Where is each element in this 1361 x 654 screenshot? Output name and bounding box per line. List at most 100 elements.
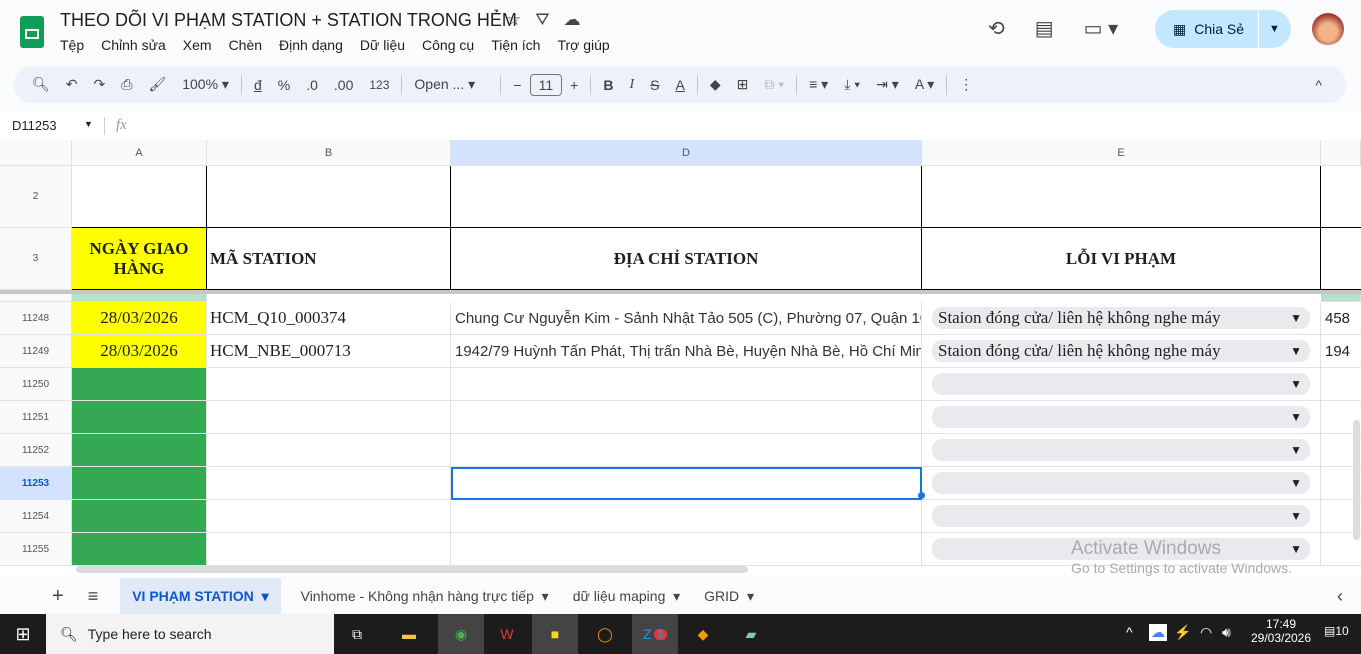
all-sheets-button[interactable]: ≡ <box>88 586 99 607</box>
header-row-2-cell[interactable] <box>922 166 1321 228</box>
zoom-select[interactable]: 100% ▾ <box>174 76 237 93</box>
error-chip[interactable]: ▼ <box>932 373 1310 395</box>
star-icon[interactable]: ☆ <box>506 10 521 30</box>
text-rotation-icon[interactable]: A ▾ <box>907 76 942 93</box>
station-code-cell[interactable]: HCM_NBE_000713 <box>207 335 451 368</box>
header-row-2-cell[interactable] <box>451 166 922 228</box>
header-row-2-cell[interactable] <box>72 166 207 228</box>
undo-icon[interactable]: ↶ <box>58 76 86 93</box>
bold-icon[interactable]: B <box>595 77 621 93</box>
error-chip[interactable]: ▼ <box>932 505 1310 527</box>
date-cell[interactable] <box>72 467 207 500</box>
file-explorer-icon[interactable]: ▬ <box>386 614 432 654</box>
column-title-b[interactable]: MÃ STATION <box>207 228 451 290</box>
share-dropdown-icon[interactable]: ▼ <box>1269 23 1280 35</box>
row-header[interactable]: 11250 <box>0 368 72 401</box>
station-code-cell[interactable] <box>207 500 451 533</box>
vertical-align-icon[interactable]: ⤓ ▾ <box>836 76 868 93</box>
error-chip[interactable]: ▼ <box>932 406 1310 428</box>
station-code-cell[interactable] <box>207 533 451 566</box>
paint-format-icon[interactable]: 🖌︎ <box>140 76 174 93</box>
address-cell[interactable] <box>451 467 922 500</box>
row-header[interactable]: 11252 <box>0 434 72 467</box>
column-title-d[interactable]: ĐỊA CHỈ STATION <box>451 228 922 290</box>
address-cell[interactable]: 1942/79 Huỳnh Tấn Phát, Thị trấn Nhà Bè,… <box>451 335 922 368</box>
font-select[interactable]: Open ... ▾ <box>406 76 496 93</box>
app-icon[interactable]: ▰ <box>728 614 774 654</box>
doc-title[interactable]: THEO DÕI VI PHẠM STATION + STATION TRONG… <box>60 10 517 31</box>
error-chip[interactable]: ▼ <box>932 472 1310 494</box>
tab-du-lieu-maping[interactable]: dữ liệu maping ▾ <box>561 578 692 614</box>
meet-icon[interactable]: ▭ ▾ <box>1084 16 1119 41</box>
error-dropdown[interactable]: ▼ <box>922 467 1321 500</box>
menu-extensions[interactable]: Tiện ích <box>491 37 540 53</box>
address-cell[interactable] <box>451 500 922 533</box>
address-cell[interactable] <box>451 401 922 434</box>
error-chip[interactable]: Staion đóng cửa/ liên hệ không nghe máy ▼ <box>932 340 1310 362</box>
row-header[interactable]: 11254 <box>0 500 72 533</box>
date-cell[interactable] <box>72 368 207 401</box>
dropdown-arrow-icon[interactable]: ▼ <box>1290 509 1302 524</box>
zalo-icon[interactable]: Z1 <box>632 614 678 654</box>
row-header-2[interactable]: 2 <box>0 166 72 228</box>
column-header-e[interactable]: E <box>922 140 1321 166</box>
column-header-next[interactable] <box>1321 140 1361 166</box>
windows-start-icon[interactable]: ⊞ <box>0 614 46 654</box>
error-chip[interactable]: Staion đóng cửa/ liên hệ không nghe máy ▼ <box>932 307 1310 329</box>
notifications-icon[interactable]: ▤10 <box>1324 624 1349 638</box>
dropdown-arrow-icon[interactable]: ▼ <box>1290 443 1302 458</box>
more-formats-button[interactable]: 123 <box>361 78 397 92</box>
date-cell[interactable] <box>72 500 207 533</box>
volume-icon[interactable]: 🔊︎ <box>1222 624 1231 641</box>
header-row-2-cell[interactable] <box>1321 166 1361 228</box>
row-header[interactable]: 11251 <box>0 401 72 434</box>
dropdown-arrow-icon[interactable]: ▼ <box>1290 476 1302 491</box>
tray-chevron-icon[interactable]: ^ <box>1126 624 1133 640</box>
error-dropdown[interactable]: ▼ <box>922 368 1321 401</box>
clock[interactable]: 17:49 29/03/2026 <box>1246 617 1316 645</box>
sheets-logo[interactable] <box>20 16 44 48</box>
horizontal-scrollbar[interactable] <box>76 566 748 573</box>
row-header[interactable]: 11253 <box>0 467 72 500</box>
menu-edit[interactable]: Chỉnh sửa <box>101 37 166 53</box>
menu-help[interactable]: Trợ giúp <box>557 37 609 53</box>
formula-input[interactable] <box>140 118 1340 134</box>
history-icon[interactable]: ⟲ <box>988 16 1005 41</box>
cloud-tray-icon[interactable]: ☁ <box>1149 624 1167 641</box>
comment-icon[interactable]: ▤ <box>1035 16 1054 41</box>
fill-color-icon[interactable]: ◆ <box>702 76 729 93</box>
search-menu-icon[interactable]: 🔍︎ <box>24 76 58 93</box>
battery-icon[interactable]: ⚡ <box>1174 624 1191 641</box>
more-icon[interactable]: ⋮ <box>951 76 981 93</box>
borders-icon[interactable]: ⊞ <box>729 76 757 93</box>
tab-grid[interactable]: GRID ▾ <box>692 578 766 614</box>
cloud-status-icon[interactable]: ☁ <box>564 10 581 30</box>
address-cell[interactable]: Chung Cư Nguyễn Kim - Sảnh Nhật Tảo 505 … <box>451 302 922 335</box>
wps-icon[interactable]: W <box>484 614 530 654</box>
error-dropdown[interactable]: ▼ <box>922 401 1321 434</box>
percent-button[interactable]: % <box>270 77 298 93</box>
station-code-cell[interactable]: HCM_Q10_000374 <box>207 302 451 335</box>
vpn-icon[interactable]: ◯ <box>582 614 628 654</box>
row-header[interactable]: 11248 <box>0 302 72 335</box>
date-cell[interactable] <box>72 401 207 434</box>
station-code-cell[interactable] <box>207 401 451 434</box>
tab-vi-pham-station[interactable]: VI PHẠM STATION ▾ <box>120 578 281 614</box>
fill-handle[interactable] <box>918 492 925 499</box>
text-wrap-icon[interactable]: ⇥ ▾ <box>868 76 907 93</box>
dropdown-arrow-icon[interactable]: ▼ <box>1290 344 1302 359</box>
spreadsheet-grid[interactable]: A B D E 2 3 NGÀY GIAO HÀNG MÃ STATION ĐỊA CHỈ ST… <box>0 140 1361 576</box>
font-size-increase[interactable]: + <box>562 77 586 93</box>
tab-vinhome[interactable]: Vinhome - Không nhận hàng trực tiếp ▾ <box>289 578 561 614</box>
column-title-e[interactable]: LỖI VI PHẠM <box>922 228 1321 290</box>
error-dropdown[interactable]: ▼ <box>922 434 1321 467</box>
error-dropdown[interactable]: ▼ <box>922 500 1321 533</box>
error-dropdown[interactable]: Staion đóng cửa/ liên hệ không nghe máy ▼ <box>922 302 1321 335</box>
station-code-cell[interactable] <box>207 467 451 500</box>
row-header-partial[interactable] <box>0 294 72 302</box>
chrome-icon[interactable]: ◉ <box>438 614 484 654</box>
move-icon[interactable]: ⛛ <box>535 10 549 30</box>
collapse-toolbar-icon[interactable]: ^ <box>1307 77 1330 93</box>
error-dropdown[interactable]: Staion đóng cửa/ liên hệ không nghe máy ▼ <box>922 335 1321 368</box>
avatar[interactable] <box>1312 13 1344 45</box>
